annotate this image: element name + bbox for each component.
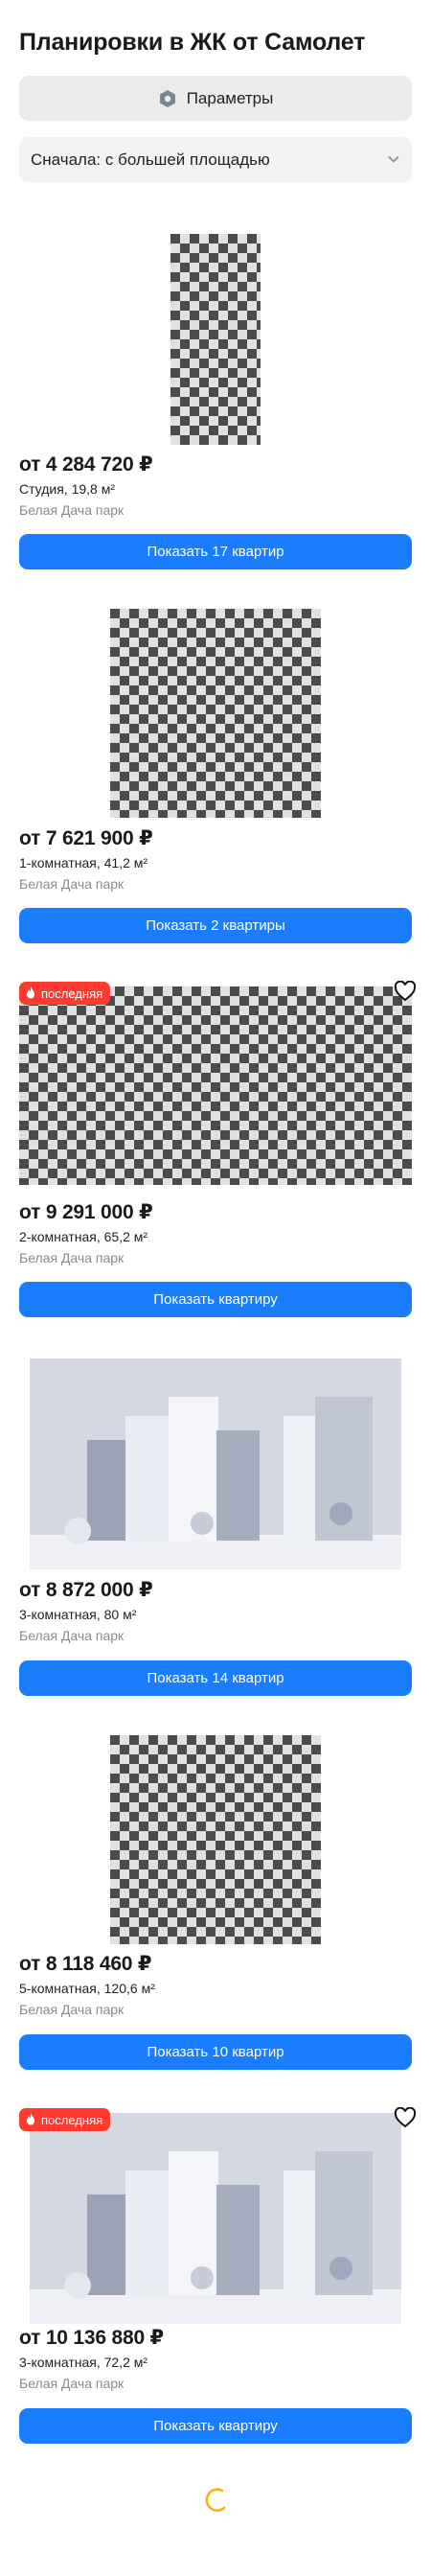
floor-plan-image[interactable] — [170, 234, 261, 445]
complex-name: Белая Дача парк — [19, 1250, 125, 1265]
price: от 8 872 000 ₽ — [19, 1579, 153, 1601]
fire-icon — [27, 2113, 34, 2125]
complex-name: Белая Дача парк — [19, 1628, 125, 1643]
apartment-description: 3-комнатная, 80 м² — [19, 1607, 137, 1622]
apartment-description: 3-комнатная, 72,2 м² — [19, 2355, 148, 2370]
badge-label: последняя — [41, 986, 103, 1001]
apartment-description: 1-комнатная, 41,2 м² — [19, 855, 148, 870]
show-apartments-button[interactable]: Показать 14 квартир — [19, 1660, 412, 1696]
complex-name: Белая Дача парк — [19, 2376, 125, 2391]
badge-label: последняя — [41, 2112, 103, 2127]
building-placeholder-image[interactable] — [30, 1358, 401, 1569]
floor-plan-image[interactable] — [110, 1735, 321, 1944]
building-placeholder-image[interactable] — [30, 2113, 401, 2324]
price: от 10 136 880 ₽ — [19, 2327, 164, 2349]
sort-select[interactable]: Сначала: с большей площадью — [19, 137, 412, 182]
complex-name: Белая Дача парк — [19, 876, 125, 892]
last-apartment-badge: последняя — [19, 2108, 111, 2131]
price: от 9 291 000 ₽ — [19, 1201, 153, 1223]
heart-icon[interactable] — [394, 981, 417, 1002]
floor-plan-image[interactable] — [110, 609, 321, 818]
show-apartments-button[interactable]: Показать 17 квартир — [19, 534, 412, 569]
show-apartments-button[interactable]: Показать 2 квартиры — [19, 908, 412, 943]
settings-hexagon-icon — [159, 89, 175, 107]
price: от 7 621 900 ₽ — [19, 827, 153, 849]
fire-icon — [27, 986, 34, 999]
page-title: Планировки в ЖК от Самолет — [19, 29, 366, 56]
price: от 4 284 720 ₽ — [19, 453, 153, 476]
price: от 8 118 460 ₽ — [19, 1953, 152, 1975]
complex-name: Белая Дача парк — [19, 2002, 125, 2017]
show-apartments-button[interactable]: Показать 10 квартир — [19, 2034, 412, 2070]
chevron-down-icon — [388, 155, 399, 163]
parameters-button[interactable]: Параметры — [19, 76, 412, 121]
complex-name: Белая Дача парк — [19, 502, 125, 518]
spinner-icon — [205, 2488, 226, 2512]
apartment-description: 5-комнатная, 120,6 м² — [19, 1981, 155, 1996]
show-apartments-button[interactable]: Показать квартиру — [19, 2408, 412, 2444]
floor-plan-image[interactable] — [19, 986, 412, 1185]
show-apartments-button[interactable]: Показать квартиру — [19, 1282, 412, 1317]
sort-value: Сначала: с большей площадью — [31, 150, 270, 169]
apartment-description: Студия, 19,8 м² — [19, 481, 115, 497]
last-apartment-badge: последняя — [19, 982, 111, 1005]
heart-icon[interactable] — [394, 2107, 417, 2128]
parameters-label: Параметры — [186, 88, 274, 107]
apartment-description: 2-комнатная, 65,2 м² — [19, 1229, 148, 1244]
